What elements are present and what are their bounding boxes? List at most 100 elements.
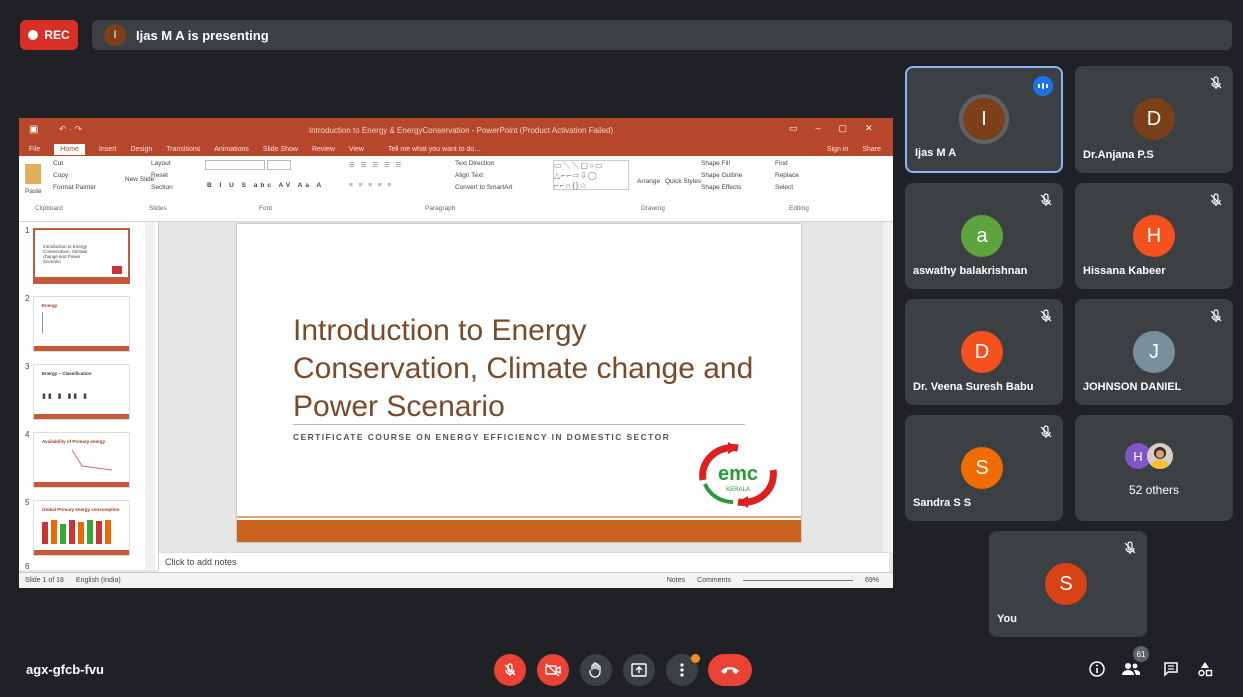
zoom-slider[interactable]	[742, 580, 853, 581]
shape-fill-button[interactable]: Shape Fill	[701, 158, 730, 169]
presenting-text: Ijas M A is presenting	[136, 27, 269, 43]
participant-tile[interactable]: H Hissana Kabeer	[1075, 183, 1233, 289]
phone-hangup-icon	[721, 667, 739, 674]
slide-counter: Slide 1 of 18	[25, 577, 64, 584]
notes-area[interactable]: Click to add notes	[159, 552, 889, 572]
speaking-indicator-icon	[1033, 76, 1053, 96]
tab-design[interactable]: Design	[130, 146, 152, 153]
tab-file[interactable]: File	[29, 146, 40, 153]
slide-scrollbar[interactable]	[883, 222, 893, 552]
slide-divider	[293, 424, 745, 425]
shared-screen[interactable]: ▣ ↶ · ↷ Introduction to Energy & EnergyC…	[19, 118, 893, 588]
people-count-badge: 61	[1133, 646, 1149, 662]
present-button[interactable]	[623, 654, 655, 686]
tell-me-box[interactable]: Tell me what you want to do...	[388, 146, 480, 153]
mic-toggle-button[interactable]	[494, 654, 526, 686]
slide-thumbnail[interactable]: Energy – Classification ▮▮ ▮ ▮▮ ▮	[33, 364, 130, 420]
chat-button[interactable]	[1160, 658, 1182, 680]
tab-slide-show[interactable]: Slide Show	[263, 146, 298, 153]
convert-smartart-button[interactable]: Convert to SmartArt	[455, 182, 512, 193]
thumb-bar	[34, 414, 129, 419]
slide-thumbnail[interactable]: Introduction to Energy Conservation, Cli…	[33, 228, 130, 284]
participant-name: You	[997, 613, 1017, 625]
slide-accent-line	[237, 516, 801, 518]
person-photo-icon	[1152, 447, 1168, 469]
participant-tile[interactable]: S Sandra S S	[905, 415, 1063, 521]
participant-name: aswathy balakrishnan	[913, 265, 1028, 277]
group-label-clipboard: Clipboard	[35, 205, 63, 212]
participant-tile[interactable]: I Ijas M A	[905, 66, 1063, 173]
meeting-details-button[interactable]	[1086, 658, 1108, 680]
mic-off-icon	[1210, 309, 1222, 322]
shapes-gallery[interactable]: ▭＼＼▢○▭ △⌐⌐⇨⇩◯ ⌐⌐∩{}☆	[553, 160, 629, 190]
zoom-level[interactable]: 69%	[865, 577, 879, 584]
notes-button[interactable]: Notes	[667, 577, 685, 584]
align-text-button[interactable]: Align Text	[455, 170, 483, 181]
thumb-number: 6	[25, 562, 30, 571]
text-direction-button[interactable]: Text Direction	[455, 158, 494, 169]
sign-in-link[interactable]: Sign in	[827, 146, 848, 153]
paste-button[interactable]: Paste	[25, 186, 42, 197]
reset-button[interactable]: Reset	[151, 170, 168, 181]
rec-label: REC	[44, 28, 70, 42]
participant-tile[interactable]: D Dr. Veena Suresh Babu	[905, 299, 1063, 405]
participant-name: Sandra S S	[913, 497, 972, 509]
activities-button[interactable]	[1194, 658, 1216, 680]
tab-insert[interactable]: Insert	[99, 146, 117, 153]
shape-effects-button[interactable]: Shape Effects	[701, 182, 741, 193]
camera-toggle-button[interactable]	[537, 654, 569, 686]
section-button[interactable]: Section	[151, 182, 173, 193]
tab-transitions[interactable]: Transitions	[166, 146, 200, 153]
tab-home[interactable]: Home	[54, 143, 85, 155]
tab-animations[interactable]: Animations	[214, 146, 249, 153]
info-icon	[1089, 661, 1105, 677]
participant-tile[interactable]: a aswathy balakrishnan	[905, 183, 1063, 289]
self-tile[interactable]: S You	[989, 531, 1147, 637]
cut-button[interactable]: Cut	[53, 158, 63, 169]
camera-off-icon	[545, 663, 561, 677]
emc-logo-icon: emc KERALA	[699, 442, 777, 508]
others-tile[interactable]: H 52 others	[1075, 415, 1233, 521]
slide-thumbnail[interactable]: Energy	[33, 296, 130, 352]
slide-thumbnail[interactable]: Global Primary energy consumption	[33, 500, 130, 556]
thumb-bar	[34, 482, 129, 487]
replace-button[interactable]: Replace	[775, 170, 799, 181]
select-button[interactable]: Select	[775, 182, 793, 193]
share-button[interactable]: Share	[862, 146, 881, 153]
font-name-select[interactable]	[205, 160, 265, 170]
layout-button[interactable]: Layout	[151, 158, 171, 169]
shape-outline-button[interactable]: Shape Outline	[701, 170, 742, 181]
current-slide[interactable]: Introduction to Energy Conservation, Cli…	[237, 224, 801, 542]
pp-window-title: Introduction to Energy & EnergyConservat…	[309, 126, 614, 135]
group-label-editing: Editing	[789, 205, 809, 212]
people-icon	[1122, 663, 1140, 675]
hand-icon	[589, 662, 601, 678]
language-indicator: English (India)	[75, 577, 121, 584]
avatar: S	[1045, 563, 1087, 605]
new-slide-button[interactable]: New Slide	[125, 174, 154, 185]
avatar: H	[1133, 215, 1175, 257]
slide-thumbnail[interactable]: Availability of Primary energy	[33, 432, 130, 488]
end-call-button[interactable]	[708, 654, 752, 686]
mic-off-icon	[1124, 541, 1136, 554]
thumb-bar	[34, 346, 129, 351]
record-dot-icon	[28, 30, 39, 40]
raise-hand-button[interactable]	[580, 654, 612, 686]
comments-button[interactable]: Comments	[697, 577, 731, 584]
find-button[interactable]: Find	[775, 158, 788, 169]
format-painter-button[interactable]: Format Painter	[53, 182, 96, 193]
participant-tile[interactable]: J JOHNSON DANIEL	[1075, 299, 1233, 405]
participant-tile[interactable]: D Dr.Anjana P.S	[1075, 66, 1233, 173]
slide-footer-bar	[237, 520, 801, 542]
thumb-chart-icon	[71, 449, 113, 471]
group-label-font: Font	[259, 205, 273, 212]
emc-thumb-icon	[112, 266, 122, 274]
tab-review[interactable]: Review	[312, 146, 335, 153]
quick-styles-button[interactable]: Quick Styles	[665, 176, 701, 187]
mic-off-icon	[1040, 193, 1052, 206]
thumbnail-scrollbar[interactable]	[145, 222, 155, 570]
arrange-button[interactable]: Arrange	[637, 176, 660, 187]
copy-button[interactable]: Copy	[53, 170, 68, 181]
tab-view[interactable]: View	[349, 146, 364, 153]
font-size-select[interactable]	[267, 160, 291, 170]
